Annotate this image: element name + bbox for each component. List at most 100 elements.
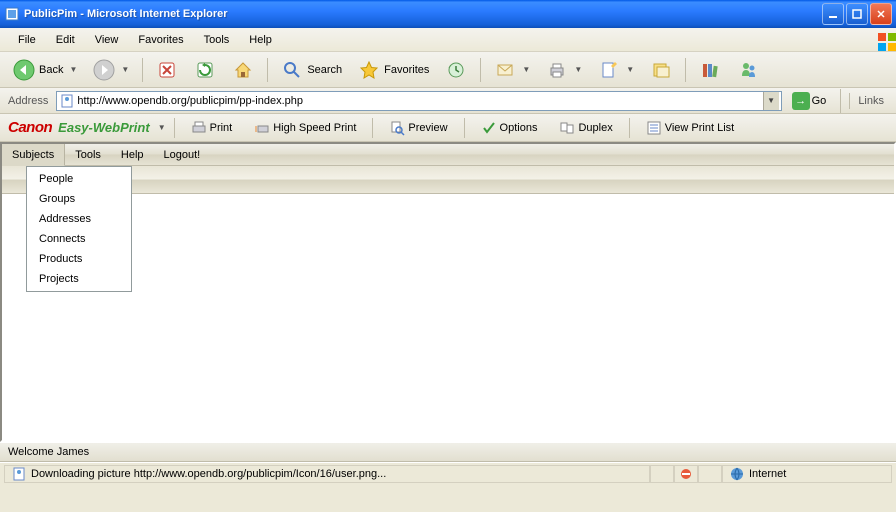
canon-preview-button[interactable]: Preview [381, 117, 455, 139]
subjects-dropdown: People Groups Addresses Connects Product… [26, 166, 132, 292]
address-dropdown-button[interactable]: ▼ [763, 92, 779, 110]
stop-icon [156, 59, 178, 81]
refresh-icon [194, 59, 216, 81]
mail-button[interactable]: ▼ [487, 55, 537, 85]
canon-print-button[interactable]: Print [183, 117, 241, 139]
chevron-down-icon: ▼ [522, 65, 530, 74]
forward-button[interactable]: ▼ [86, 55, 136, 85]
separator [372, 118, 373, 138]
status-pane-3 [698, 465, 722, 483]
separator [629, 118, 630, 138]
page-icon [11, 466, 27, 482]
status-text: Downloading picture http://www.opendb.or… [31, 468, 386, 480]
maximize-button[interactable] [846, 3, 868, 25]
minimize-button[interactable] [822, 3, 844, 25]
research-button[interactable] [692, 55, 728, 85]
ie-menu-bar: File Edit View Favorites Tools Help [0, 28, 896, 52]
history-icon [445, 59, 467, 81]
menu-item-products[interactable]: Products [29, 249, 129, 269]
history-button[interactable] [438, 55, 474, 85]
go-button[interactable]: → Go [786, 90, 833, 112]
home-icon [232, 59, 254, 81]
window-titlebar: PublicPim - Microsoft Internet Explorer [0, 0, 896, 28]
status-pane-1 [650, 465, 674, 483]
separator [142, 58, 143, 82]
address-bar: Address ▼ → Go Links [0, 88, 896, 114]
separator [464, 118, 465, 138]
canon-highspeed-button[interactable]: High Speed Print [246, 117, 364, 139]
menu-item-addresses[interactable]: Addresses [29, 209, 129, 229]
list-icon [646, 120, 662, 136]
status-pane-2 [674, 465, 698, 483]
menu-favorites[interactable]: Favorites [128, 32, 193, 48]
welcome-bar: Welcome James [0, 442, 896, 462]
page-body [2, 194, 894, 434]
separator [480, 58, 481, 82]
menu-item-connects[interactable]: Connects [29, 229, 129, 249]
highspeed-print-icon [254, 120, 270, 136]
chevron-down-icon[interactable]: ▼ [158, 123, 166, 132]
chevron-down-icon: ▼ [121, 65, 129, 74]
printer-icon [546, 59, 568, 81]
edit-icon [598, 59, 620, 81]
home-button[interactable] [225, 55, 261, 85]
popup-blocked-icon [679, 466, 693, 482]
menu-tools[interactable]: Tools [194, 32, 240, 48]
menu-help[interactable]: Help [239, 32, 282, 48]
links-button[interactable]: Links [849, 93, 892, 109]
search-icon [281, 59, 303, 81]
zone-text: Internet [749, 468, 786, 480]
discuss-icon [650, 59, 672, 81]
canon-options-button[interactable]: Options [473, 117, 546, 139]
address-label: Address [4, 95, 52, 107]
address-input[interactable] [75, 95, 762, 107]
menu-item-people[interactable]: People [29, 169, 129, 189]
books-icon [699, 59, 721, 81]
chevron-down-icon: ▼ [69, 65, 77, 74]
menu-view[interactable]: View [85, 32, 129, 48]
menu-app-help[interactable]: Help [111, 144, 154, 165]
star-icon [358, 59, 380, 81]
favorites-button[interactable]: Favorites [351, 55, 436, 85]
print-button[interactable]: ▼ [539, 55, 589, 85]
refresh-button[interactable] [187, 55, 223, 85]
duplex-icon [559, 120, 575, 136]
welcome-text: Welcome James [8, 446, 89, 458]
canon-viewlist-button[interactable]: View Print List [638, 117, 743, 139]
edit-button[interactable]: ▼ [591, 55, 641, 85]
back-icon [13, 59, 35, 81]
printer-icon [191, 120, 207, 136]
stop-button[interactable] [149, 55, 185, 85]
canon-toolbar: Canon Easy-WebPrint ▼ Print High Speed P… [0, 114, 896, 142]
preview-icon [389, 120, 405, 136]
menu-app-tools[interactable]: Tools [65, 144, 111, 165]
address-input-wrap: ▼ [56, 91, 781, 111]
forward-icon [93, 59, 115, 81]
app-menu-bar: Subjects Tools Help Logout! [2, 144, 894, 166]
close-button[interactable] [870, 3, 892, 25]
discuss-button[interactable] [643, 55, 679, 85]
status-bar: Downloading picture http://www.opendb.or… [0, 462, 896, 484]
search-button[interactable]: Search [274, 55, 349, 85]
menu-subjects[interactable]: Subjects [2, 144, 65, 166]
menu-item-groups[interactable]: Groups [29, 189, 129, 209]
messenger-button[interactable] [730, 55, 766, 85]
menu-edit[interactable]: Edit [46, 32, 85, 48]
separator [840, 89, 841, 113]
toolbar-band [2, 166, 894, 194]
mail-icon [494, 59, 516, 81]
canon-duplex-button[interactable]: Duplex [551, 117, 620, 139]
status-main: Downloading picture http://www.opendb.or… [4, 465, 650, 483]
page-icon [59, 93, 75, 109]
separator [267, 58, 268, 82]
chevron-down-icon: ▼ [574, 65, 582, 74]
back-button[interactable]: Back ▼ [6, 55, 84, 85]
messenger-icon [737, 59, 759, 81]
checkmark-icon [481, 120, 497, 136]
menu-file[interactable]: File [8, 32, 46, 48]
menu-logout[interactable]: Logout! [154, 144, 211, 165]
window-title: PublicPim - Microsoft Internet Explorer [24, 8, 822, 20]
menu-item-projects[interactable]: Projects [29, 269, 129, 289]
browser-viewport: Subjects Tools Help Logout! People Group… [0, 142, 896, 442]
go-icon: → [792, 92, 810, 110]
